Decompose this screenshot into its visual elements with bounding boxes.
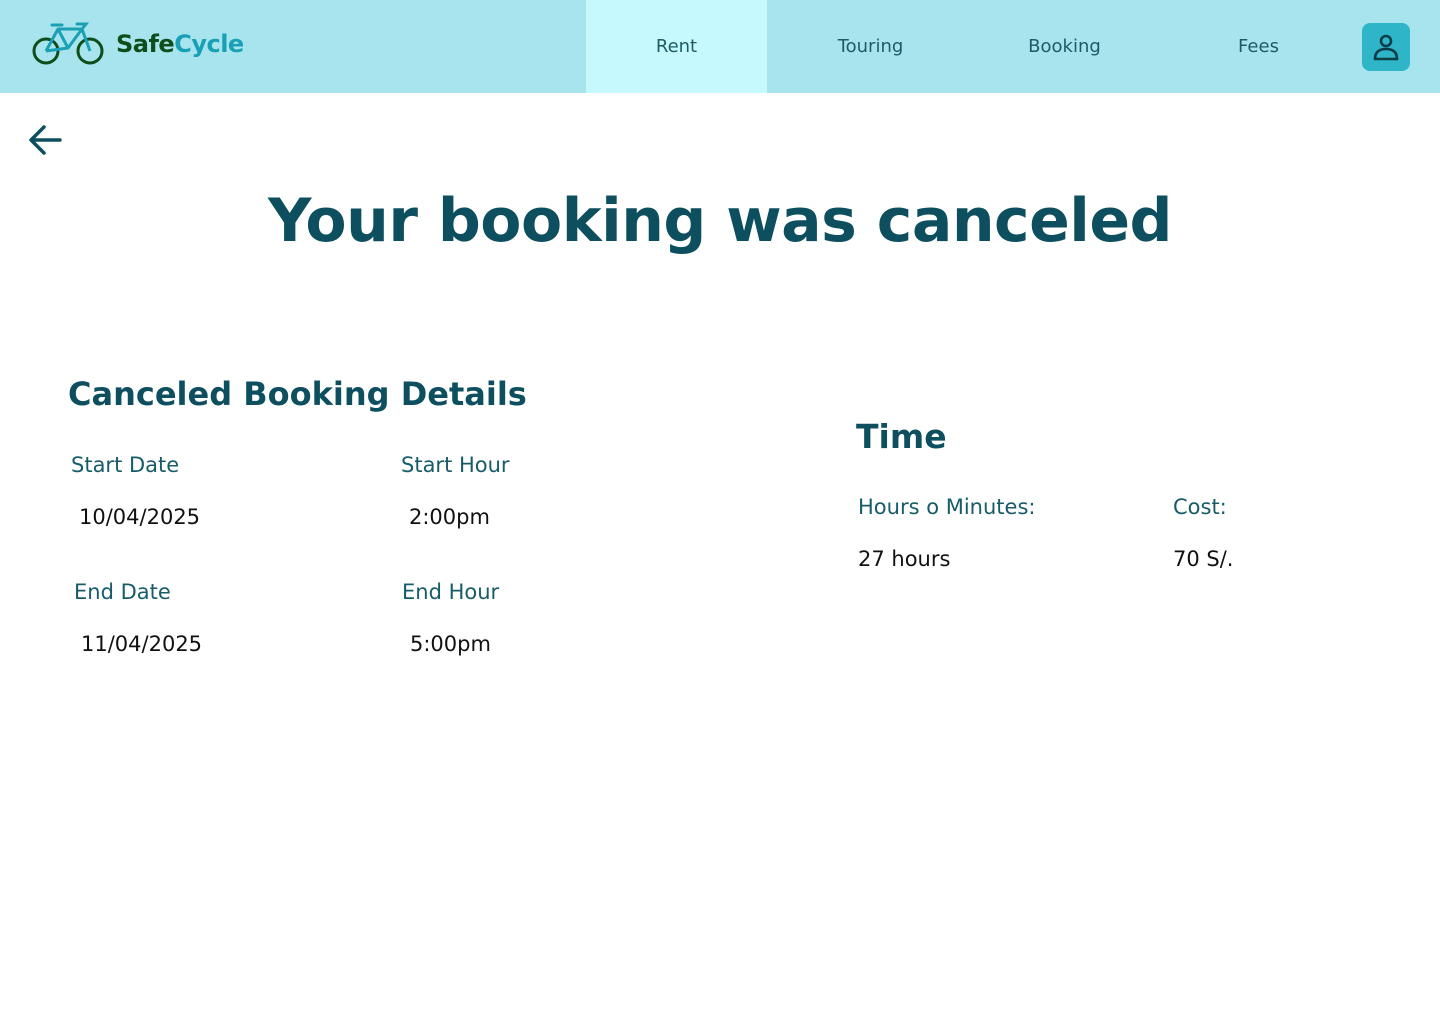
- end-hour-label: End Hour: [402, 580, 500, 604]
- end-date-value: 11/04/2025: [81, 632, 203, 656]
- duration-value: 27 hours: [858, 547, 951, 571]
- top-navbar: SafeCycle Rent Touring Booking Fees: [0, 0, 1440, 93]
- time-section-title: Time: [856, 417, 947, 456]
- brand-name-part1: Safe: [116, 30, 175, 58]
- end-date-label: End Date: [74, 580, 171, 604]
- back-button[interactable]: [26, 120, 66, 160]
- brand-name-part2: Cycle: [174, 30, 244, 58]
- cost-value: 70 S/.: [1173, 547, 1234, 571]
- start-date-label: Start Date: [71, 453, 180, 477]
- end-hour-value: 5:00pm: [410, 632, 491, 656]
- start-hour-label: Start Hour: [401, 453, 510, 477]
- nav-tab-rent[interactable]: Rent: [586, 0, 767, 93]
- nav-tab-touring[interactable]: Touring: [780, 0, 961, 93]
- duration-label: Hours o Minutes:: [858, 495, 1036, 519]
- page-title: Your booking was canceled: [267, 186, 1173, 256]
- cost-label: Cost:: [1173, 495, 1227, 519]
- profile-button[interactable]: [1362, 23, 1410, 71]
- start-date-value: 10/04/2025: [79, 505, 201, 529]
- nav-tab-booking[interactable]: Booking: [974, 0, 1155, 93]
- safecycle-logo[interactable]: SafeCycle: [32, 20, 244, 68]
- arrow-left-icon: [29, 125, 62, 155]
- details-section-title: Canceled Booking Details: [68, 375, 527, 413]
- nav-tab-fees[interactable]: Fees: [1168, 0, 1349, 93]
- start-hour-value: 2:00pm: [409, 505, 490, 529]
- bicycle-icon: [32, 22, 104, 65]
- brand-name: SafeCycle: [116, 30, 244, 58]
- user-icon: [1373, 34, 1399, 61]
